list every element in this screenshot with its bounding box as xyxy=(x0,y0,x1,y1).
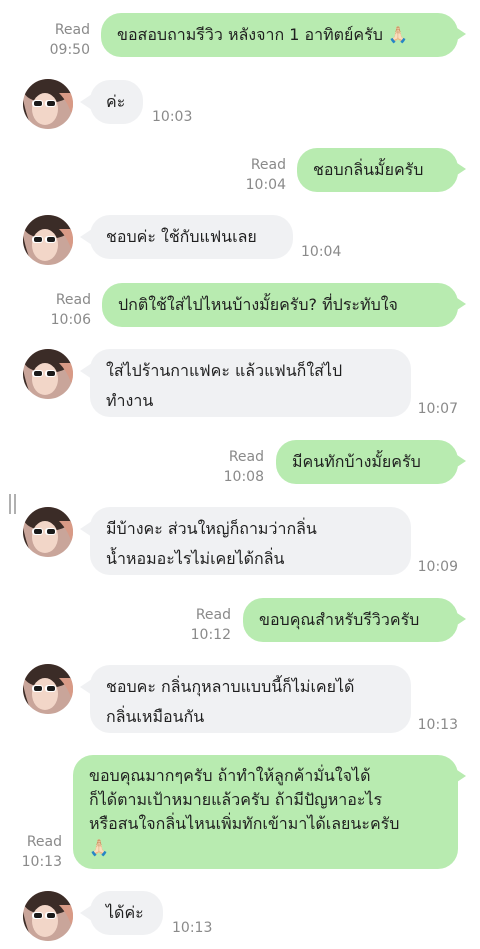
message-time: 10:09 xyxy=(417,559,458,575)
contact-avatar[interactable] xyxy=(23,664,73,714)
bubble-tail xyxy=(454,453,466,469)
chat-thread: Read 09:50 ขอสอบถามรีวิว หลังจาก 1 อาทิต… xyxy=(0,0,480,949)
message-time: 10:13 xyxy=(21,854,62,870)
bubble-tail xyxy=(454,26,466,42)
bubble-tail xyxy=(454,296,466,312)
message-time: 10:04 xyxy=(301,244,342,260)
outgoing-message-bubble[interactable]: ขอสอบถามรีวิว หลังจาก 1 อาทิตย์ครับ 🙏🏻 xyxy=(101,13,458,57)
incoming-message-bubble[interactable]: ค่ะ xyxy=(90,80,143,124)
bubble-tail xyxy=(454,161,466,177)
read-status: Read xyxy=(228,449,264,465)
contact-avatar[interactable] xyxy=(23,891,73,941)
message-time: 09:50 xyxy=(49,42,90,58)
incoming-message-bubble[interactable]: ชอบคะ กลิ่นกุหลาบแบบนี้ก็ไม่เคยได้ กลิ่น… xyxy=(90,665,411,733)
message-time: 10:12 xyxy=(190,627,231,643)
message-time: 10:04 xyxy=(245,177,286,193)
outgoing-message-bubble[interactable]: ขอบคุณสำหรับรีวิวครับ xyxy=(243,598,458,642)
message-time: 10:13 xyxy=(417,717,458,733)
bubble-tail xyxy=(80,229,92,245)
read-status: Read xyxy=(250,157,286,173)
contact-avatar[interactable] xyxy=(23,507,73,557)
drag-handle-icon[interactable] xyxy=(9,494,17,514)
incoming-message-bubble[interactable]: ได้ค่ะ xyxy=(90,891,163,935)
message-time: 10:06 xyxy=(50,312,91,328)
read-status: Read xyxy=(195,607,231,623)
bubble-tail xyxy=(80,679,92,695)
outgoing-message-bubble[interactable]: ปกติใช้ใส่ไปไหนบ้างมั้ยครับ? ที่ประทับใจ xyxy=(102,283,458,327)
bubble-tail xyxy=(80,905,92,921)
incoming-message-bubble[interactable]: มีบ้างคะ ส่วนใหญ่ก็ถามว่ากลิ่น น้ำหอมอะไ… xyxy=(90,507,411,575)
message-time: 10:03 xyxy=(152,109,193,125)
bubble-tail xyxy=(80,94,92,110)
bubble-tail xyxy=(454,611,466,627)
outgoing-message-bubble[interactable]: ชอบกลิ่นมั้ยครับ xyxy=(297,148,458,192)
bubble-tail xyxy=(80,521,92,537)
incoming-message-bubble[interactable]: ใส่ไปร้านกาแฟคะ แล้วแฟนก็ใส่ไป ทำงาน xyxy=(90,349,411,417)
message-time: 10:13 xyxy=(172,920,213,936)
contact-avatar[interactable] xyxy=(23,349,73,399)
read-status: Read xyxy=(55,292,91,308)
outgoing-message-bubble[interactable]: มีคนทักบ้างมั้ยครับ xyxy=(276,440,458,484)
message-time: 10:07 xyxy=(417,401,458,417)
contact-avatar[interactable] xyxy=(23,79,73,129)
incoming-message-bubble[interactable]: ชอบค่ะ ใช้กับแฟนเลย xyxy=(90,215,293,259)
message-time: 10:08 xyxy=(223,469,264,485)
read-status: Read xyxy=(26,834,62,850)
read-status: Read xyxy=(54,22,90,38)
contact-avatar[interactable] xyxy=(23,215,73,265)
bubble-tail xyxy=(80,363,92,379)
bubble-tail xyxy=(454,768,466,784)
outgoing-message-bubble[interactable]: ขอบคุณมากๆครับ ถ้าทำให้ลูกค้ามั่นใจได้ ก… xyxy=(73,755,458,869)
